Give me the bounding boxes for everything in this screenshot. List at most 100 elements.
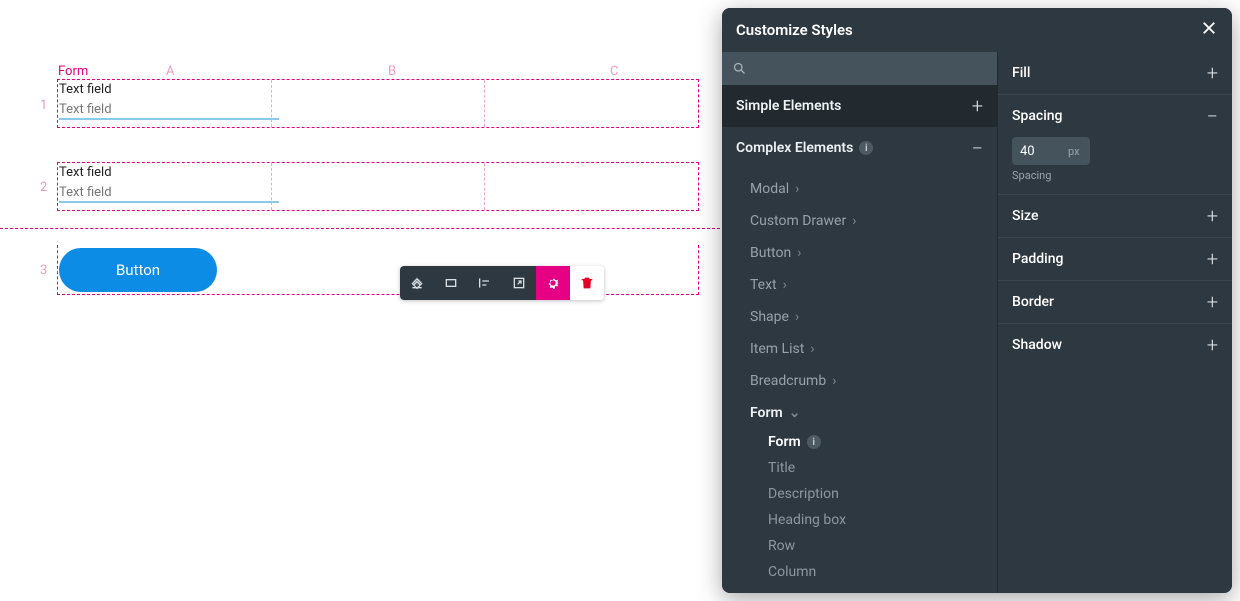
- item-form[interactable]: Form ⌄: [722, 397, 997, 429]
- item-label: Shape: [750, 309, 789, 325]
- element-toolbar: [400, 266, 604, 300]
- chevron-down-icon: ⌄: [789, 405, 801, 421]
- prop-spacing: Spacing − px Spacing: [998, 95, 1232, 195]
- item-modal[interactable]: Modal ›: [722, 173, 997, 205]
- item-button[interactable]: Button›: [722, 237, 997, 269]
- prop-label: Fill: [1012, 65, 1030, 81]
- spacing-input[interactable]: [1012, 137, 1090, 165]
- row-header-3: 3: [40, 263, 47, 278]
- grid-cell[interactable]: [485, 80, 698, 127]
- minus-icon[interactable]: −: [1207, 104, 1218, 128]
- spacing-sublabel: Spacing: [1012, 169, 1218, 182]
- col-header-a: A: [166, 64, 174, 79]
- section-title: Simple Elements: [736, 98, 841, 114]
- customize-styles-panel: Customize Styles Simple Elements + Compl…: [722, 8, 1232, 593]
- prop-label: Padding: [1012, 251, 1063, 267]
- prop-header[interactable]: Shadow +: [998, 324, 1232, 366]
- item-list[interactable]: Item List ›: [722, 333, 997, 365]
- item-label: Modal: [750, 181, 789, 197]
- prop-header[interactable]: Border +: [998, 281, 1232, 323]
- prop-shadow: Shadow +: [998, 324, 1232, 366]
- item-label: Breadcrumb: [750, 373, 826, 389]
- sub-item-description[interactable]: Description: [740, 481, 997, 507]
- text-field-1[interactable]: Text field: [59, 82, 279, 120]
- text-field-input[interactable]: [59, 100, 279, 120]
- prop-header[interactable]: Spacing −: [998, 95, 1232, 137]
- row-header-2: 2: [40, 180, 47, 195]
- row-header-1: 1: [40, 98, 47, 113]
- plus-icon[interactable]: +: [1207, 290, 1218, 314]
- item-shape[interactable]: Shape ›: [722, 301, 997, 333]
- prop-label: Border: [1012, 294, 1054, 310]
- prop-label: Size: [1012, 208, 1038, 224]
- prop-header[interactable]: Fill +: [998, 52, 1232, 94]
- align-icon[interactable]: [468, 266, 502, 300]
- sub-item-label: Row: [768, 538, 795, 554]
- col-header-b: B: [388, 64, 396, 79]
- prop-border: Border +: [998, 281, 1232, 324]
- col-header-c: C: [610, 64, 618, 79]
- item-text[interactable]: Text ›: [722, 269, 997, 301]
- submit-button[interactable]: Button: [59, 248, 217, 292]
- sub-item-label: Column: [768, 564, 816, 580]
- chevron-right-icon: ›: [810, 341, 814, 357]
- prop-fill: Fill +: [998, 52, 1232, 95]
- minus-icon[interactable]: −: [972, 136, 983, 160]
- gear-icon[interactable]: [536, 266, 570, 300]
- section-complex-elements[interactable]: Complex Elements i −: [722, 127, 997, 169]
- plus-icon[interactable]: +: [972, 94, 983, 118]
- sub-item-label: Heading box: [768, 512, 846, 528]
- sub-item-title[interactable]: Title: [740, 455, 997, 481]
- prop-header[interactable]: Padding +: [998, 238, 1232, 280]
- chevron-right-icon: ›: [832, 373, 836, 389]
- chevron-right-icon: ›: [795, 309, 799, 325]
- sub-item-label: Title: [768, 460, 795, 476]
- grid-cell[interactable]: [485, 163, 698, 210]
- item-label: Form: [750, 405, 783, 421]
- plus-icon[interactable]: +: [1207, 247, 1218, 271]
- item-label: Custom Drawer: [750, 213, 846, 229]
- item-custom-drawer[interactable]: Custom Drawer ›: [722, 205, 997, 237]
- plus-icon[interactable]: +: [1207, 333, 1218, 357]
- fill-icon[interactable]: [400, 266, 434, 300]
- item-label: Button: [750, 245, 791, 261]
- chevron-right-icon: ›: [795, 181, 799, 197]
- sub-item-heading-box[interactable]: Heading box: [740, 507, 997, 533]
- text-field-input[interactable]: [59, 183, 279, 203]
- sub-item-form[interactable]: Formi: [740, 429, 997, 455]
- rectangle-icon[interactable]: [434, 266, 468, 300]
- trash-icon[interactable]: [570, 266, 604, 300]
- panel-title: Customize Styles: [736, 21, 853, 39]
- open-icon[interactable]: [502, 266, 536, 300]
- prop-size: Size +: [998, 195, 1232, 238]
- sub-item-label: Description: [768, 486, 839, 502]
- plus-icon[interactable]: +: [1207, 204, 1218, 228]
- horizontal-guide: [0, 228, 720, 229]
- prop-padding: Padding +: [998, 238, 1232, 281]
- search-icon: [732, 61, 747, 76]
- chevron-right-icon: ›: [852, 213, 856, 229]
- form-label: Form: [58, 64, 88, 79]
- sub-item-row[interactable]: Row: [740, 533, 997, 559]
- grid-cell[interactable]: [272, 163, 486, 210]
- sub-item-label: Form: [768, 434, 801, 450]
- text-field-2[interactable]: Text field: [59, 165, 279, 203]
- item-label: Item List: [750, 341, 804, 357]
- info-icon[interactable]: i: [807, 435, 821, 449]
- search-input[interactable]: [722, 52, 997, 85]
- prop-label: Shadow: [1012, 337, 1062, 353]
- sub-item-column[interactable]: Column: [740, 559, 997, 585]
- text-field-label: Text field: [59, 82, 279, 98]
- text-field-label: Text field: [59, 165, 279, 181]
- section-simple-elements[interactable]: Simple Elements +: [722, 85, 997, 127]
- section-title: Complex Elements: [736, 140, 853, 156]
- close-icon[interactable]: [1200, 19, 1218, 41]
- item-breadcrumb[interactable]: Breadcrumb ›: [722, 365, 997, 397]
- item-label: Text: [750, 277, 777, 293]
- grid-cell[interactable]: [272, 80, 486, 127]
- plus-icon[interactable]: +: [1207, 61, 1218, 85]
- prop-label: Spacing: [1012, 108, 1063, 124]
- chevron-right-icon: ›: [783, 277, 787, 293]
- prop-header[interactable]: Size +: [998, 195, 1232, 237]
- info-icon[interactable]: i: [859, 141, 873, 155]
